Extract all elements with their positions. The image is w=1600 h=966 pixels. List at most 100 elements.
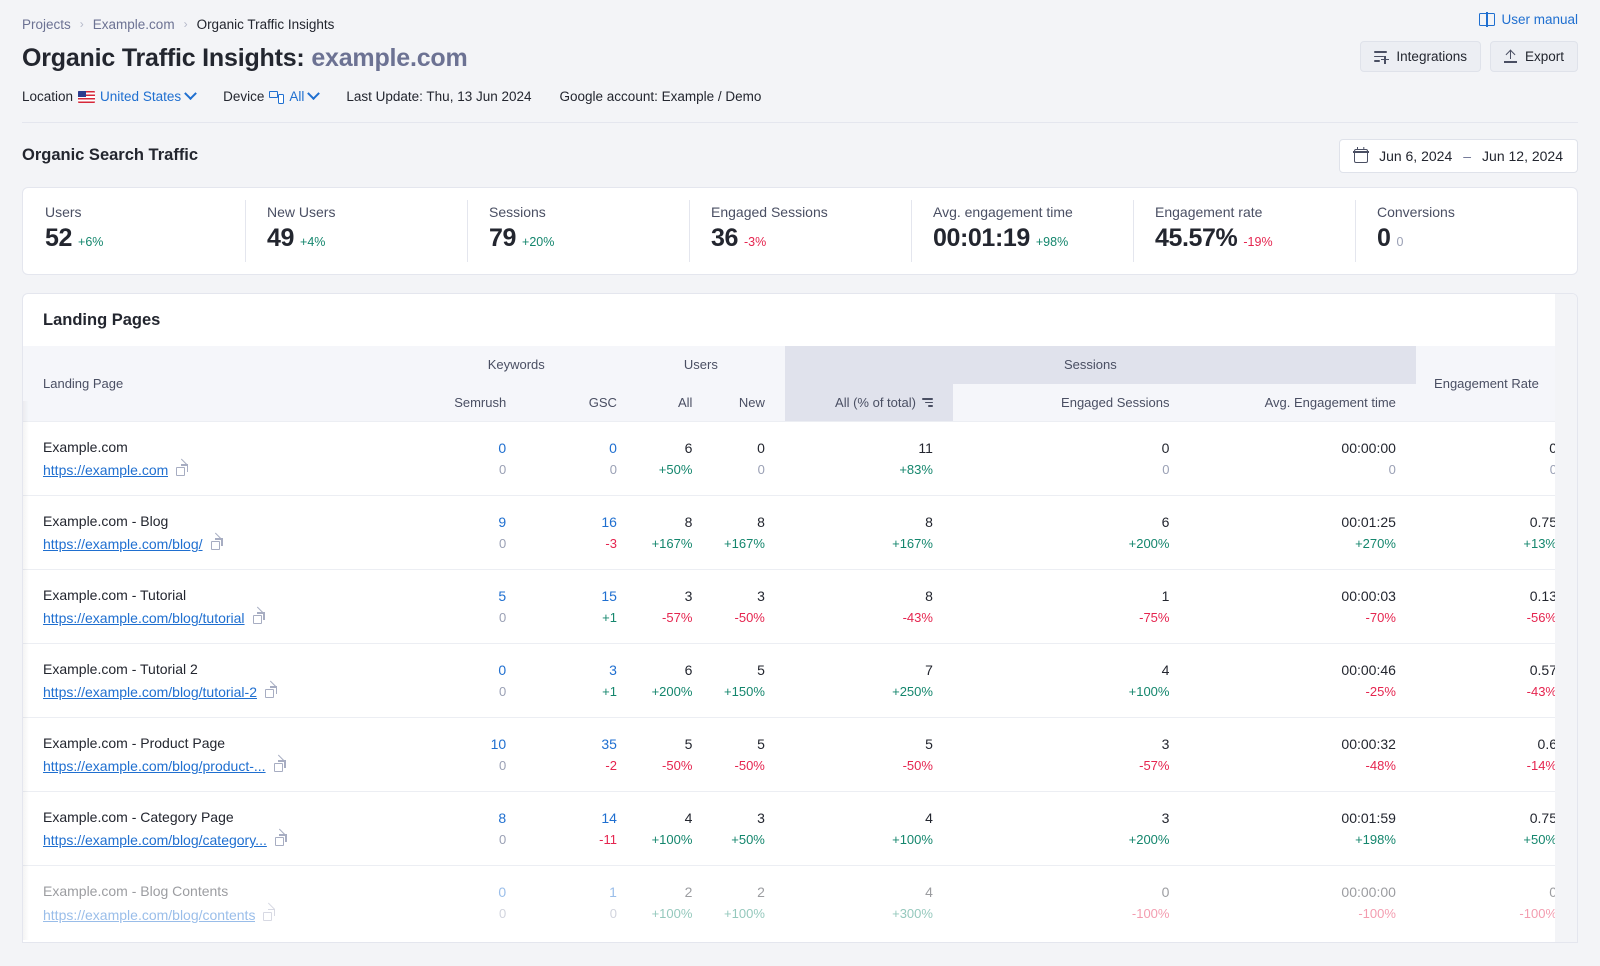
cell-value[interactable]: 0 xyxy=(416,882,507,902)
date-range-from: Jun 6, 2024 xyxy=(1379,148,1452,164)
cell-avg-engagement-time: 00:00:32 -48% xyxy=(1189,718,1415,792)
table-row[interactable]: Example.com - Blog https://example.com/b… xyxy=(23,496,1577,570)
row-page-url[interactable]: https://example.com/blog/ xyxy=(43,534,223,554)
cell-value[interactable]: 15 xyxy=(526,586,617,606)
device-filter[interactable]: Device All xyxy=(223,89,318,104)
external-link-icon xyxy=(253,612,265,624)
row-page-title: Example.com - Category Page xyxy=(43,807,396,827)
table-row[interactable]: Example.com - Tutorial https://example.c… xyxy=(23,570,1577,644)
cell-delta: -50% xyxy=(712,609,764,628)
col-engaged-sessions[interactable]: Engaged Sessions xyxy=(953,384,1190,422)
cell-engagement-rate: 0.57 -43% xyxy=(1416,644,1577,718)
table-row[interactable]: Example.com https://example.com 0 0 0 0 xyxy=(23,422,1577,496)
breadcrumb-item-example-com[interactable]: Example.com xyxy=(93,17,175,32)
last-update-label: Last Update: Thu, 13 Jun 2024 xyxy=(346,89,531,104)
cell-engaged-sessions: 0 -100% xyxy=(953,866,1190,940)
col-avg-engagement-time[interactable]: Avg. Engagement time xyxy=(1189,384,1415,422)
cell-gsc: 0 0 xyxy=(526,422,637,496)
cell-value[interactable]: 10 xyxy=(416,734,507,754)
col-engagement-rate[interactable]: Engagement Rate xyxy=(1416,346,1577,422)
table-row[interactable]: Example.com - Blog Contents https://exam… xyxy=(23,866,1577,940)
cell-delta: +83% xyxy=(785,461,933,480)
row-page-url[interactable]: https://example.com xyxy=(43,460,188,480)
breadcrumb-item-projects[interactable]: Projects xyxy=(22,17,71,32)
cell-value[interactable]: 0 xyxy=(526,438,617,458)
cell-semrush: 10 0 xyxy=(416,718,527,792)
cell-value[interactable]: 9 xyxy=(416,512,507,532)
cell-engagement-rate: 0 -100% xyxy=(1416,866,1577,940)
row-page-url[interactable]: https://example.com/blog/tutorial xyxy=(43,608,265,628)
cell-users-all: 8 +167% xyxy=(637,496,712,570)
cell-users-all: 3 -57% xyxy=(637,570,712,644)
cell-delta: 0 xyxy=(416,461,507,480)
cell-value[interactable]: 0 xyxy=(416,660,507,680)
cell-semrush: 8 0 xyxy=(416,792,527,866)
table-group-header-row: Landing Page Keywords Users Sessions Eng… xyxy=(23,346,1577,384)
cell-value[interactable]: 35 xyxy=(526,734,617,754)
cell-delta: +167% xyxy=(785,535,933,554)
row-page-url[interactable]: https://example.com/blog/category... xyxy=(43,830,287,850)
metric-delta: +20% xyxy=(522,235,554,249)
cell-value[interactable]: 16 xyxy=(526,512,617,532)
metric-avg-engagement-time: Avg. engagement time 00:01:19 +98% xyxy=(911,188,1133,274)
cell-value[interactable]: 8 xyxy=(416,808,507,828)
date-range-picker[interactable]: Jun 6, 2024 – Jun 12, 2024 xyxy=(1339,139,1578,173)
top-bar: Projects › Example.com › Organic Traffic… xyxy=(0,0,1600,123)
metric-delta: -3% xyxy=(744,235,766,249)
cell-delta: 0 xyxy=(416,609,507,628)
breadcrumb-separator-icon: › xyxy=(184,17,188,31)
page-title-prefix: Organic Traffic Insights: xyxy=(22,44,305,72)
table-row[interactable]: Example.com - Product Page https://examp… xyxy=(23,718,1577,792)
cell-value[interactable]: 14 xyxy=(526,808,617,828)
table-row[interactable]: Example.com - Tutorial 2 https://example… xyxy=(23,644,1577,718)
metric-delta: 0 xyxy=(1397,235,1404,249)
table-right-clip xyxy=(1555,294,1577,942)
cell-delta: +100% xyxy=(712,905,764,924)
cell-engaged-sessions: 0 0 xyxy=(953,422,1190,496)
cell-sessions-all: 4 +300% xyxy=(785,866,953,940)
table-row[interactable]: Example.com - Category Page https://exam… xyxy=(23,792,1577,866)
row-page-url[interactable]: https://example.com/blog/product-... xyxy=(43,756,286,776)
col-users-all[interactable]: All xyxy=(637,384,712,422)
cell-delta: -43% xyxy=(1416,683,1557,702)
row-page-url[interactable]: https://example.com/blog/contents xyxy=(43,905,275,925)
cell-delta: 0 xyxy=(416,831,507,850)
cell-engagement-rate: 0.6 -14% xyxy=(1416,718,1577,792)
landing-pages-title: Landing Pages xyxy=(23,294,1577,346)
cell-landing-page: Example.com - Category Page https://exam… xyxy=(23,792,416,866)
col-users-new[interactable]: New xyxy=(712,384,784,422)
landing-pages-table-scroll[interactable]: Landing Page Keywords Users Sessions Eng… xyxy=(23,346,1577,940)
cell-semrush: 0 0 xyxy=(416,866,527,940)
cell-value[interactable]: 3 xyxy=(526,660,617,680)
breadcrumb-item-current: Organic Traffic Insights xyxy=(197,17,335,32)
col-keywords-semrush[interactable]: Semrush xyxy=(416,384,527,422)
cell-value: 11 xyxy=(785,438,933,458)
cell-delta: +167% xyxy=(637,535,692,554)
row-page-url[interactable]: https://example.com/blog/tutorial-2 xyxy=(43,682,277,702)
col-sessions-all[interactable]: All (% of total) xyxy=(785,384,953,422)
header-actions: User manual Integrations Export xyxy=(1360,12,1578,72)
cell-users-all: 2 +100% xyxy=(637,866,712,940)
user-manual-link[interactable]: User manual xyxy=(1479,12,1578,27)
cell-delta: -25% xyxy=(1189,683,1395,702)
integrations-button[interactable]: Integrations xyxy=(1360,41,1481,72)
cell-engaged-sessions: 3 +200% xyxy=(953,792,1190,866)
date-range-to: Jun 12, 2024 xyxy=(1482,148,1563,164)
export-button[interactable]: Export xyxy=(1490,41,1578,72)
row-page-title: Example.com - Blog Contents xyxy=(43,881,396,901)
col-group-keywords: Keywords xyxy=(416,346,637,384)
col-keywords-gsc[interactable]: GSC xyxy=(526,384,637,422)
cell-value[interactable]: 0 xyxy=(416,438,507,458)
cell-value[interactable]: 1 xyxy=(526,882,617,902)
landing-pages-table-body: Example.com https://example.com 0 0 0 0 xyxy=(23,422,1577,940)
cell-sessions-all: 8 +167% xyxy=(785,496,953,570)
cell-value[interactable]: 5 xyxy=(416,586,507,606)
cell-value: 3 xyxy=(953,734,1170,754)
cell-users-new: 8 +167% xyxy=(712,496,784,570)
devices-icon xyxy=(269,90,284,104)
cell-value: 0.13 xyxy=(1416,586,1557,606)
cell-users-new: 5 +150% xyxy=(712,644,784,718)
col-landing-page[interactable]: Landing Page xyxy=(23,346,416,422)
sort-descending-icon[interactable] xyxy=(922,398,933,407)
location-filter[interactable]: Location United States xyxy=(22,89,195,104)
